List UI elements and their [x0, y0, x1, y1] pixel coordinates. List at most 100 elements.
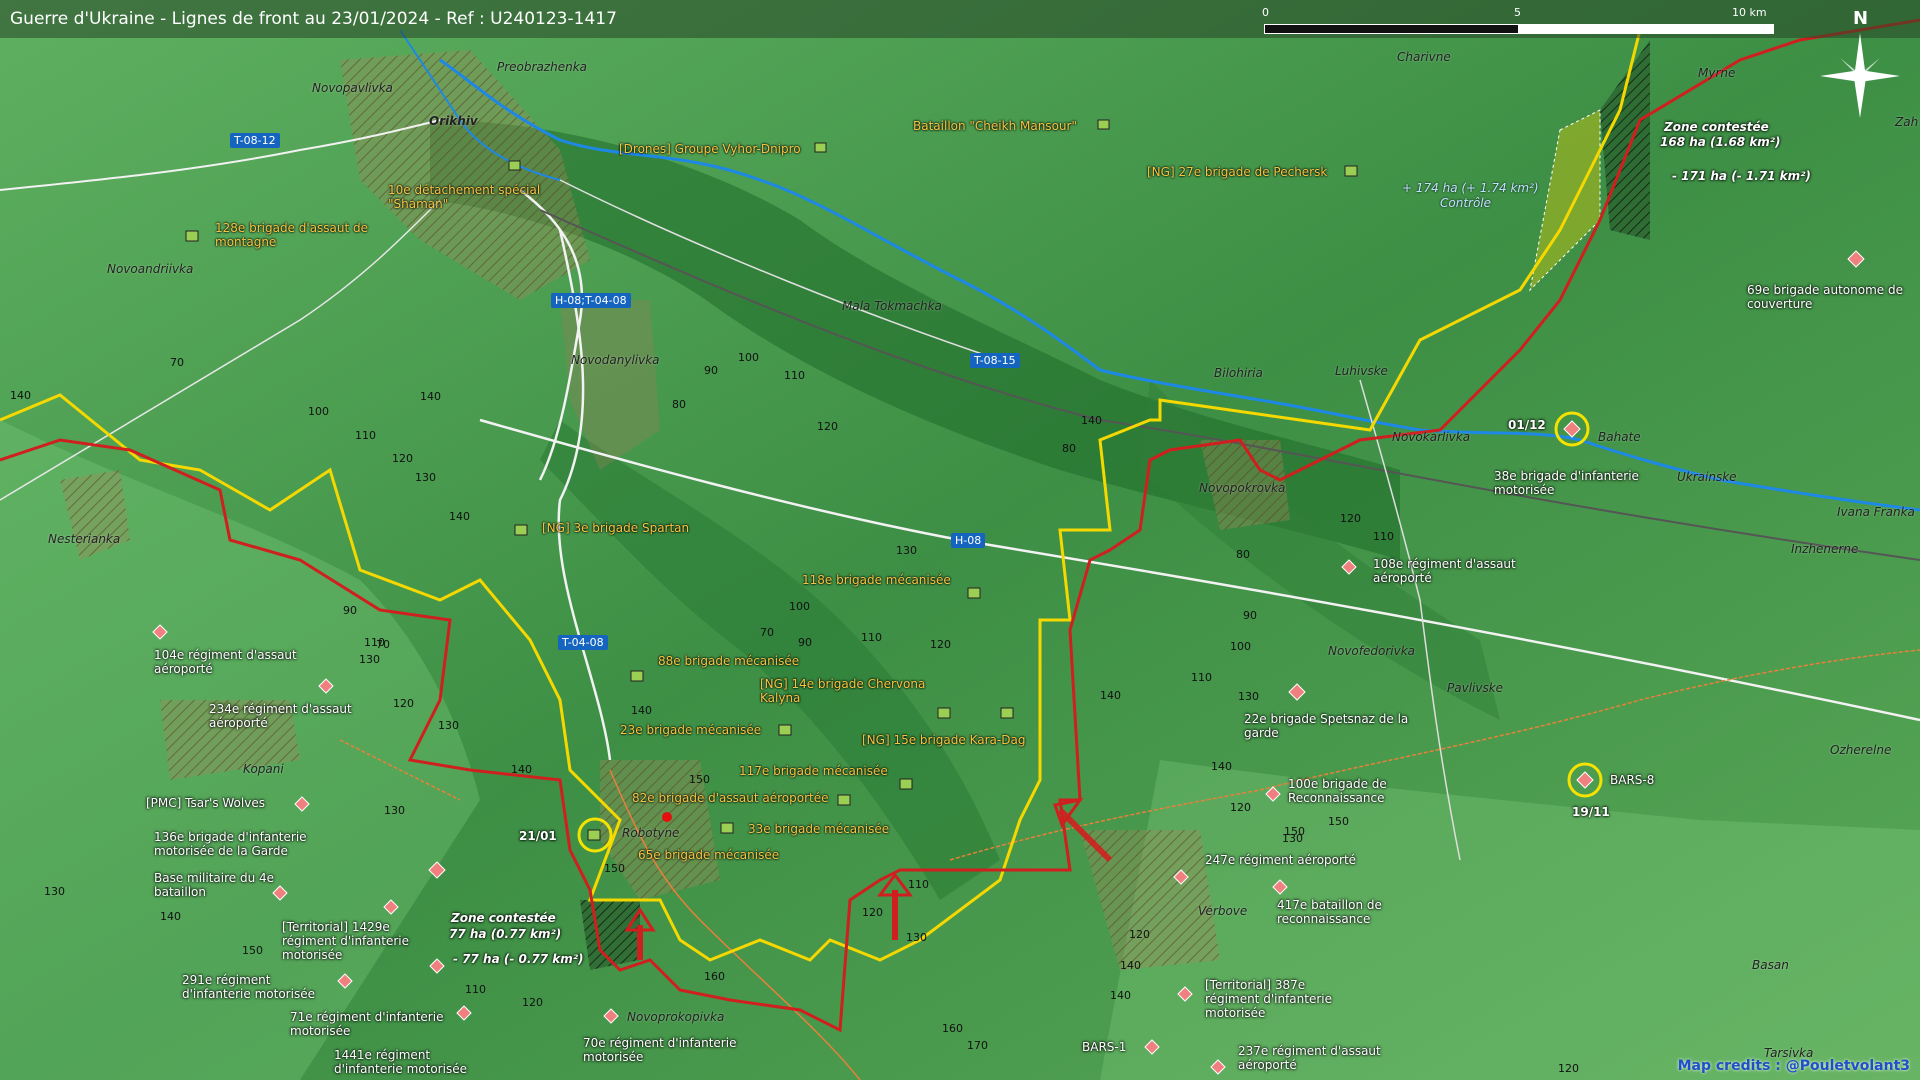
- contested-zone-south-area: 77 ha (0.77 km²): [449, 927, 562, 941]
- ukr-unit-33e-mecanisee[interactable]: 33e brigade mécanisée: [748, 822, 889, 836]
- ukr-unit-3e-spartan[interactable]: [NG] 3e brigade Spartan: [542, 521, 689, 535]
- contested-zone-south-change: - 77 ha (- 0.77 km²): [453, 952, 584, 966]
- elevation-label: 130: [415, 471, 436, 484]
- place-mala-tokmachka: Mala Tokmachka: [842, 299, 942, 313]
- elevation-label: 70: [376, 638, 390, 651]
- elevation-label: 110: [465, 983, 486, 996]
- elevation-label: 130: [906, 931, 927, 944]
- elevation-label: 130: [1238, 690, 1259, 703]
- ukr-unit-symbol: [778, 724, 792, 736]
- ukr-unit-symbol: [185, 230, 199, 242]
- ukr-unit-88e-mecanisee[interactable]: 88e brigade mécanisée: [658, 654, 799, 668]
- ru-unit-237e-assaut[interactable]: 237e régiment d'assaut aéroporté: [1238, 1044, 1398, 1072]
- place-bilohiria: Bilohiria: [1214, 366, 1263, 380]
- ru-unit-base-4e-bataillon[interactable]: Base militaire du 4e bataillon: [154, 871, 294, 899]
- compass-rose-icon: N: [1810, 8, 1910, 118]
- elevation-label: 120: [817, 420, 838, 433]
- elevation-label: 140: [1211, 760, 1232, 773]
- scale-label-0: 0: [1262, 6, 1269, 19]
- ru-unit-108e-assaut[interactable]: 108e régiment d'assaut aéroporté: [1373, 557, 1533, 585]
- ukr-unit-23e-mecanisee[interactable]: 23e brigade mécanisée: [620, 723, 761, 737]
- ukr-unit-drones-vyhor-dnipro[interactable]: [Drones] Groupe Vyhor-Dnipro: [619, 142, 801, 156]
- place-myrne: Myrne: [1698, 66, 1736, 80]
- compass-north-label: N: [1853, 8, 1869, 29]
- elevation-label: 90: [1243, 609, 1257, 622]
- ru-unit-bars-1[interactable]: BARS-1: [1082, 1040, 1126, 1054]
- ukr-unit-117e-mecanisee[interactable]: 117e brigade mécanisée: [739, 764, 888, 778]
- ukr-unit-15e-kara-dag[interactable]: [NG] 15e brigade Kara-Dag: [862, 733, 1025, 747]
- ukr-unit-symbol: [630, 670, 644, 682]
- ru-unit-pmc-tsars-wolves[interactable]: [PMC] Tsar's Wolves: [146, 796, 265, 810]
- elevation-label: 120: [522, 996, 543, 1009]
- elevation-label: 130: [438, 719, 459, 732]
- ukr-unit-10e-shaman[interactable]: 10e détachement spécial "Shaman": [388, 183, 548, 211]
- elevation-label: 130: [359, 653, 380, 666]
- place-pavlivske: Pavlivske: [1447, 681, 1504, 695]
- ukr-unit-14e-chervona-kalyna[interactable]: [NG] 14e brigade Chervona Kalyna: [760, 677, 940, 705]
- ru-unit-71e-motorisee[interactable]: 71e régiment d'infanterie motorisée: [290, 1010, 460, 1038]
- ru-unit-100e-reconnaissance[interactable]: 100e brigade de Reconnaissance: [1288, 777, 1448, 805]
- ru-unit-38e-motorisee[interactable]: 38e brigade d'infanterie motorisée: [1494, 469, 1654, 497]
- ru-unit-291e-motorisee[interactable]: 291e régiment d'infanterie motorisée: [182, 973, 332, 1001]
- ukr-unit-27e-pechersk[interactable]: [NG] 27e brigade de Pechersk: [1147, 165, 1327, 179]
- ukr-unit-82e-assaut[interactable]: 82e brigade d'assaut aéroportée: [632, 791, 829, 805]
- ukr-unit-symbol: [967, 587, 981, 599]
- ru-unit-22e-spetsnaz[interactable]: 22e brigade Spetsnaz de la garde: [1244, 712, 1414, 740]
- elevation-label: 140: [631, 704, 652, 717]
- ru-unit-bars-8[interactable]: BARS-8: [1610, 773, 1654, 787]
- ru-unit-69e-couverture[interactable]: 69e brigade autonome de couverture: [1747, 283, 1917, 311]
- place-novoprokopivka: Novoprokopivka: [627, 1010, 725, 1024]
- elevation-label: 70: [170, 356, 184, 369]
- elevation-label: 120: [392, 452, 413, 465]
- ru-unit-417e-reconnaissance[interactable]: 417e bataillon de reconnaissance: [1277, 898, 1427, 926]
- elevation-label: 100: [789, 600, 810, 613]
- road-label-t-08-15: T-08-15: [970, 353, 1020, 368]
- ru-unit-1429e-territorial[interactable]: [Territorial] 1429e régiment d'infanteri…: [282, 920, 422, 962]
- place-zah: Zah: [1895, 115, 1919, 129]
- ru-unit-136e-garde[interactable]: 136e brigade d'infanterie motorisée de l…: [154, 830, 324, 858]
- elevation-label: 140: [1100, 689, 1121, 702]
- ru-unit-247e-aeroporte[interactable]: 247e régiment aéroporté: [1205, 853, 1356, 867]
- date-robotyne: 21/01: [519, 829, 557, 843]
- elevation-label: 150: [242, 944, 263, 957]
- date-bahate: 01/12: [1508, 418, 1546, 432]
- place-ivana-franka: Ivana Franka: [1837, 505, 1915, 519]
- ukr-unit-cheikh-mansour[interactable]: Bataillon "Cheikh Mansour": [913, 119, 1077, 133]
- elevation-label: 170: [967, 1039, 988, 1052]
- ru-unit-234e-assaut[interactable]: 234e régiment d'assaut aéroporté: [209, 702, 369, 730]
- elevation-label: 130: [896, 544, 917, 557]
- ru-unit-70e-motorisee[interactable]: 70e régiment d'infanterie motorisée: [583, 1036, 753, 1064]
- map-credits[interactable]: Map credits : @Pouletvolant3: [1678, 1058, 1910, 1074]
- elevation-label: 110: [355, 429, 376, 442]
- elevation-label: 90: [798, 636, 812, 649]
- elevation-label: 140: [511, 763, 532, 776]
- elevation-label: 70: [760, 626, 774, 639]
- place-inzhenerne: Inzhenerne: [1791, 542, 1859, 556]
- ru-unit-104e-assaut[interactable]: 104e régiment d'assaut aéroporté: [154, 648, 314, 676]
- elevation-label: 80: [1062, 442, 1076, 455]
- elevation-label: 80: [672, 398, 686, 411]
- ukr-unit-symbol: [1000, 707, 1014, 719]
- elevation-label: 90: [343, 604, 357, 617]
- elevation-label: 140: [420, 390, 441, 403]
- ru-unit-387e-territorial[interactable]: [Territorial] 387e régiment d'infanterie…: [1205, 978, 1345, 1020]
- elevation-label: 140: [1110, 989, 1131, 1002]
- ukr-unit-symbol: [899, 778, 913, 790]
- contested-zone-east-area: 168 ha (1.68 km²): [1660, 135, 1781, 149]
- map-title: Guerre d'Ukraine - Lignes de front au 23…: [10, 9, 617, 29]
- ukr-unit-118e-mecanisee[interactable]: 118e brigade mécanisée: [802, 573, 951, 587]
- elevation-label: 120: [1129, 928, 1150, 941]
- scale-segment-white: [1518, 24, 1774, 34]
- place-bahate: Bahate: [1598, 430, 1641, 444]
- place-novodanylivka: Novodanylivka: [571, 353, 660, 367]
- ukr-unit-128e-montagne[interactable]: 128e brigade d'assaut de montagne: [215, 221, 395, 249]
- place-novofedorivka: Novofedorivka: [1328, 644, 1415, 658]
- ukr-unit-symbol: [937, 707, 951, 719]
- elevation-label: 140: [10, 389, 31, 402]
- elevation-label: 100: [1230, 640, 1251, 653]
- ukr-unit-65e-mecanisee[interactable]: 65e brigade mécanisée: [638, 848, 779, 862]
- elevation-label: 140: [1081, 414, 1102, 427]
- scale-segment-black: [1264, 24, 1520, 34]
- ru-unit-1441e-motorisee[interactable]: 1441e régiment d'infanterie motorisée: [334, 1048, 494, 1076]
- place-novokarlivka: Novokarlivka: [1392, 430, 1471, 444]
